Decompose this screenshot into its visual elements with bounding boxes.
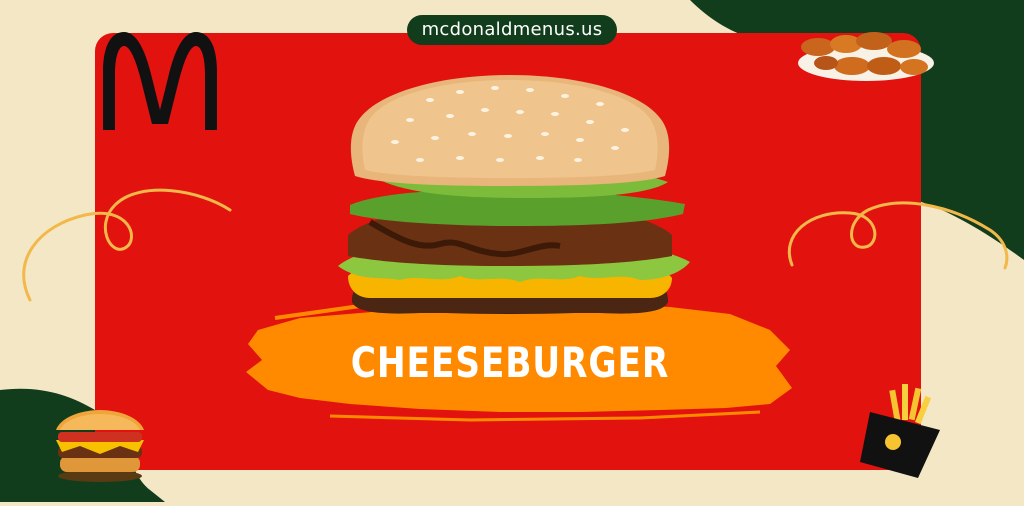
banner-canvas: mcdonaldmenus.us CHEESEBURGER bbox=[0, 0, 1024, 502]
page-title: CHEESEBURGER bbox=[350, 338, 670, 387]
burger-illustration-icon bbox=[56, 410, 144, 482]
banner-artwork bbox=[0, 0, 1024, 502]
site-url-badge[interactable]: mcdonaldmenus.us bbox=[407, 15, 617, 45]
